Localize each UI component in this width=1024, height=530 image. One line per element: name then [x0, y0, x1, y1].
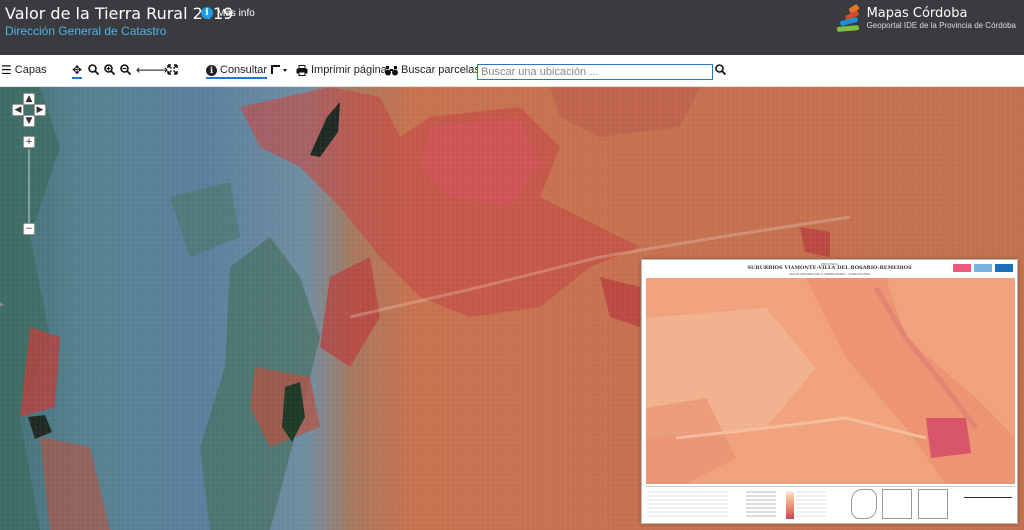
full-extent-icon [167, 64, 178, 75]
zoom-box-tool[interactable] [88, 64, 99, 75]
info-icon: i [206, 64, 217, 76]
chevron-up-icon: ▲ [25, 94, 33, 104]
pan-down-button[interactable]: ▼ [23, 115, 35, 127]
brand[interactable]: Mapas Córdoba Geoportal IDE de la Provin… [836, 3, 1016, 34]
zoom-slider-track[interactable] [28, 149, 30, 223]
inset-legend [646, 486, 1015, 522]
inset-subtitle: VALOR UNITARIO DE LA TIERRA RURAL - VIGE… [788, 272, 871, 276]
zoom-in-tool[interactable] [104, 64, 115, 75]
zoom-out-icon [120, 64, 131, 75]
inset-map-sheet[interactable]: PROVINCIA SUBURBIOS VIAMONTE-VILLA DEL R… [641, 259, 1018, 524]
print-label: Imprimir página [311, 64, 387, 76]
pan-right-button[interactable]: ▶ [34, 104, 46, 116]
chevron-right-icon: ▶ [36, 105, 44, 115]
inset-header: PROVINCIA SUBURBIOS VIAMONTE-VILLA DEL R… [642, 260, 1017, 278]
zoom-out-tool[interactable] [120, 64, 131, 75]
print-button[interactable]: Imprimir página [296, 64, 387, 76]
arrow-right-icon: ⟶ [151, 63, 169, 77]
move-arrows-icon: ✥ [72, 63, 83, 77]
pan-left-button[interactable]: ◀ [12, 104, 24, 116]
inset-logos [953, 264, 1013, 272]
pan-tool[interactable]: ✥ [72, 63, 83, 79]
app-header: Valor de la Tierra Rural 2019 Dirección … [0, 0, 1024, 55]
inset-map-image [646, 278, 1015, 484]
location-search-button[interactable] [715, 64, 727, 78]
measure-icon [271, 65, 287, 74]
consult-label: Consultar [220, 64, 268, 76]
side-panel-toggle[interactable]: ▸ [0, 299, 6, 311]
binoculars-icon [385, 65, 398, 75]
chevron-down-icon: ▼ [25, 116, 33, 126]
measure-dropdown[interactable] [270, 64, 288, 75]
chevron-left-icon: ◀ [14, 105, 22, 115]
mapas-cordoba-logo [836, 3, 863, 34]
magnifier-icon [88, 64, 99, 75]
info-icon: i [201, 7, 213, 19]
brand-tagline: Geoportal IDE de la Provincia de Córdoba [866, 21, 1016, 30]
layers-button[interactable]: ☰ Capas [1, 64, 47, 76]
more-info-button[interactable]: i Más info [201, 7, 255, 19]
app-subtitle[interactable]: Dirección General de Catastro [5, 24, 166, 38]
zoom-out-button[interactable]: − [23, 223, 35, 235]
printer-icon [296, 64, 308, 76]
location-search-input[interactable] [477, 64, 713, 80]
brand-name: Mapas Córdoba [866, 6, 968, 21]
zoom-in-icon [104, 64, 115, 75]
next-extent-button[interactable]: ⟶ [151, 64, 168, 76]
search-icon [715, 64, 727, 76]
more-info-label: Más info [217, 7, 255, 19]
layers-label: Capas [14, 64, 47, 76]
map-view[interactable]: ▲ ◀ ▶ ▼ + − ▸ PROVINCIA SUBURBIOS VIAMON… [0, 87, 1024, 530]
app-title: Valor de la Tierra Rural 2019 [5, 4, 234, 23]
parcel-search-label: Buscar parcelas [401, 64, 480, 76]
pan-up-button[interactable]: ▲ [23, 93, 35, 105]
consult-button[interactable]: i Consultar [206, 64, 268, 79]
hamburger-icon: ☰ [1, 63, 12, 77]
full-extent-button[interactable] [167, 64, 178, 75]
zoom-in-button[interactable]: + [23, 136, 35, 148]
parcel-search-button[interactable]: Buscar parcelas [385, 64, 480, 76]
